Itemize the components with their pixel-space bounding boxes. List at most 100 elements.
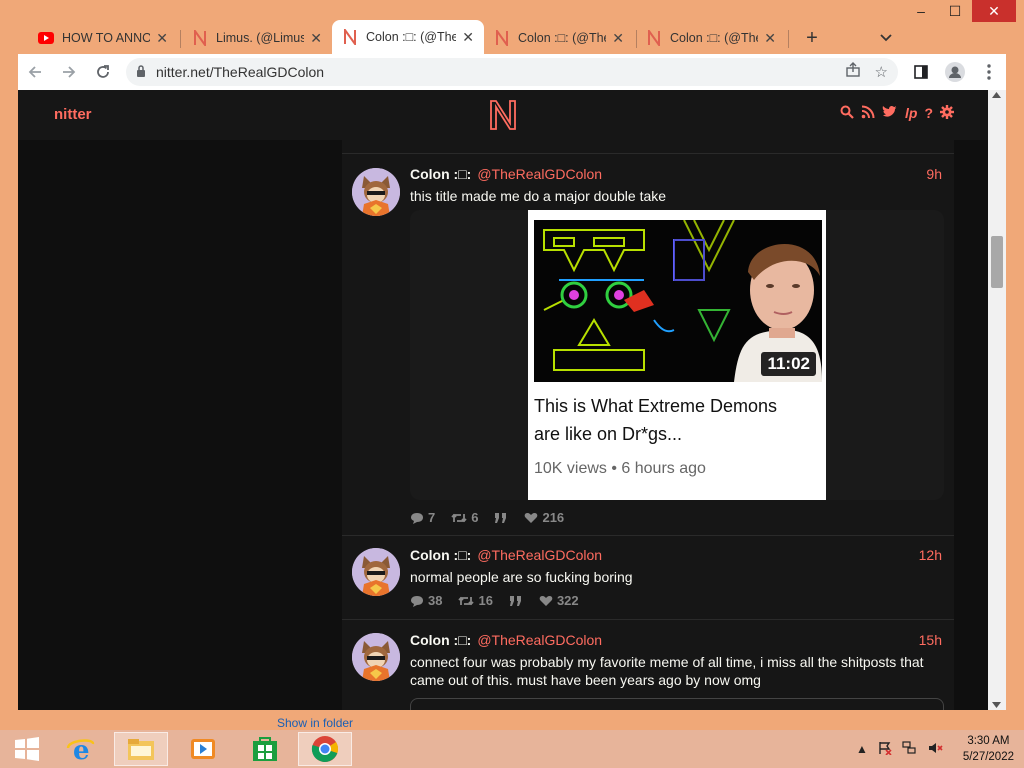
quote-stat[interactable] [494,510,508,525]
reload-button[interactable] [86,57,120,87]
bookmark-star-icon[interactable]: ☆ [875,63,888,81]
tab-colon-active[interactable]: Colon :□: (@The ✕ [332,20,484,54]
video-meta: 10K views • 6 hours ago [534,460,706,477]
page-viewport: nitter lp ? Colon :□: @TheRealGDColon 9h … [18,90,988,710]
url-text: nitter.net/TheRealGDColon [156,64,325,80]
comment-icon [411,595,423,607]
volume-muted-icon[interactable] [928,741,944,758]
share-icon[interactable] [845,62,861,82]
video-thumbnail[interactable]: 11:02 [534,220,822,382]
likes-stat[interactable]: 216 [524,510,564,525]
network-icon[interactable] [902,740,918,758]
tab-close-icon[interactable]: ✕ [156,30,168,47]
tab-colon-3[interactable]: Colon :□: (@The ✕ [636,22,786,54]
retweet-icon [451,513,467,522]
lock-icon [136,64,146,80]
tweet-date[interactable]: 15h [919,632,942,648]
tab-close-icon[interactable]: ✕ [612,30,624,47]
scroll-down-arrow-icon[interactable] [992,702,1001,708]
tweet[interactable]: Colon :□: @TheRealGDColon 12h normal peop… [342,536,954,620]
scrollbar-thumb[interactable] [991,236,1003,288]
youtube-icon [38,30,54,46]
kebab-menu-icon [987,64,991,80]
page-scrollbar[interactable] [988,90,1006,710]
display-name[interactable]: Colon :□: [410,166,471,182]
retweet-icon [458,596,475,605]
action-center-flag-icon[interactable] [878,741,892,758]
tweet[interactable]: Colon :□: @TheRealGDColon 15h connect fou… [342,620,954,710]
media-player-icon [191,739,215,759]
tweet-date[interactable]: 12h [919,547,942,563]
tab-youtube[interactable]: HOW TO ANNO ✕ [28,22,178,54]
video-duration: 11:02 [761,352,816,376]
settings-icon[interactable] [940,105,954,119]
comment-icon [411,512,423,524]
twitter-icon[interactable] [882,105,898,119]
tab-colon-2[interactable]: Colon :□: (@The ✕ [484,22,634,54]
search-icon[interactable] [840,105,854,119]
file-explorer-button[interactable] [114,732,168,766]
tweet[interactable]: Colon :□: @TheRealGDColon 9h this title m… [342,154,954,536]
video-title[interactable]: This is What Extreme Demons are like on … [534,392,784,448]
retweets-stat[interactable]: 6 [451,510,478,525]
retweets-stat[interactable]: 16 [458,593,493,608]
username-link[interactable]: @TheRealGDColon [477,547,602,563]
show-hidden-icons-icon[interactable]: ▲ [856,742,868,756]
username-link[interactable]: @TheRealGDColon [477,632,602,648]
username-link[interactable]: @TheRealGDColon [477,166,602,182]
start-button[interactable] [0,732,54,766]
tab-close-icon[interactable]: ✕ [310,30,322,47]
avatar[interactable] [352,548,400,596]
avatar[interactable] [352,168,400,216]
help-icon[interactable]: ? [924,105,933,121]
store-icon [253,737,277,761]
address-bar[interactable]: nitter.net/TheRealGDColon ☆ [126,58,898,86]
nitter-logo-icon[interactable] [488,99,518,131]
quoted-tweet-box[interactable] [410,698,944,710]
avatar[interactable] [352,633,400,681]
nitter-icon [494,30,510,46]
side-panel-icon [914,65,928,79]
likes-stat[interactable]: 322 [539,593,579,608]
back-button[interactable] [18,57,52,87]
replies-count: 7 [428,510,436,525]
internet-explorer-icon: e [66,736,95,764]
tweet-date[interactable]: 9h [926,166,942,182]
tab-limus[interactable]: Limus. (@LimusT ✕ [182,22,332,54]
clock[interactable]: 3:30 AM 5/27/2022 [963,733,1014,765]
tab-search-button[interactable] [872,24,900,52]
video-card[interactable]: 11:02 This is What Extreme Demons are li… [528,210,826,500]
side-panel-button[interactable] [904,57,938,87]
store-button[interactable] [238,732,292,766]
replies-stat[interactable]: 7 [410,510,435,525]
nitter-icon [342,29,358,45]
avatar-icon [945,62,965,82]
likes-count: 322 [556,593,579,608]
rss-icon[interactable] [861,105,875,119]
tab-close-icon[interactable]: ✕ [462,29,474,46]
clock-time: 3:30 AM [967,735,1010,747]
quote-stat[interactable] [509,593,523,608]
forward-arrow-icon [63,66,76,78]
new-tab-button[interactable]: + [798,24,826,52]
nitter-brand-link[interactable]: nitter [54,106,92,123]
media-player-button[interactable] [176,732,230,766]
liberapay-icon[interactable]: lp [905,105,917,121]
internet-explorer-button[interactable]: e [54,732,108,766]
windows-logo-icon [15,737,39,761]
chrome-button[interactable] [298,732,352,766]
quote-icon [509,595,521,606]
profile-button[interactable] [938,57,972,87]
display-name[interactable]: Colon :□: [410,632,471,648]
forward-button[interactable] [52,57,86,87]
menu-button[interactable] [972,57,1006,87]
tab-strip: HOW TO ANNO ✕ Limus. (@LimusT ✕ Colon :□… [10,18,1014,54]
retweets-count: 6 [471,510,479,525]
show-in-folder-link[interactable]: Show in folder [277,716,353,730]
display-name[interactable]: Colon :□: [410,547,471,563]
replies-stat[interactable]: 38 [410,593,442,608]
tab-close-icon[interactable]: ✕ [764,30,776,47]
scroll-up-arrow-icon[interactable] [992,92,1001,98]
timeline: Colon :□: @TheRealGDColon 9h this title m… [342,140,954,710]
nitter-navbar: nitter lp ? [18,90,988,140]
